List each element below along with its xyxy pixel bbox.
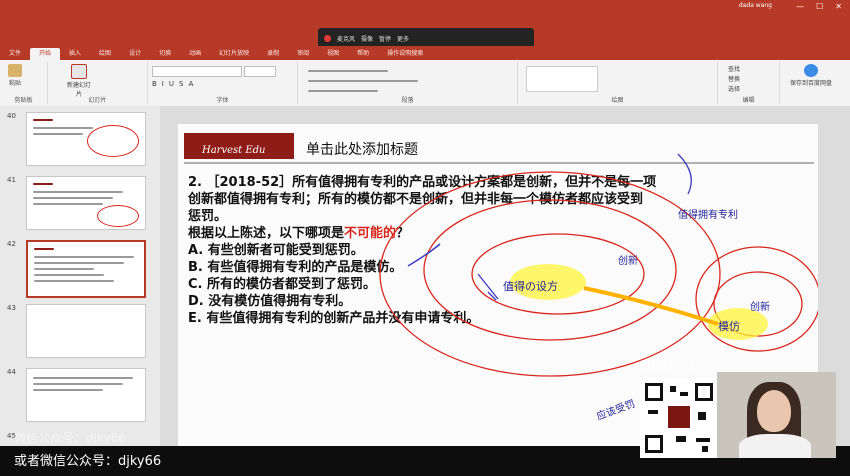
editing-group: 查找 替换 选择 编辑 <box>718 62 780 104</box>
tab-draw[interactable]: 绘图 <box>90 48 120 60</box>
ink-ellipse-right <box>713 271 803 337</box>
font-format-buttons[interactable]: BIUSA <box>152 80 198 88</box>
harvest-edu-logo: Harvest Edu <box>184 133 294 159</box>
slide-title-placeholder[interactable]: 单击此处添加标题 <box>306 139 418 159</box>
font-name-dropdown[interactable] <box>152 66 242 77</box>
tell-me-search[interactable]: 操作说明搜索 <box>378 48 432 60</box>
recording-icon <box>324 34 331 42</box>
ink-text-imitation: 模仿 <box>718 320 740 333</box>
slide-thumbnail[interactable] <box>26 304 146 358</box>
faded-watermark: 微信公众号：djky66 <box>14 431 126 445</box>
ink-text-innovation: 创新 <box>618 254 638 267</box>
option-e: E. 有些值得拥有专利的创新产品并没有申请专利。 <box>188 311 480 326</box>
ink-text-innovation-2: 创新 <box>750 300 770 313</box>
paste-icon <box>8 64 22 77</box>
close-button[interactable]: ✕ <box>835 2 842 11</box>
meeting-mic-button[interactable]: 麦克风 <box>337 34 355 43</box>
wechat-watermark: 微信扫一扫 <box>640 359 695 372</box>
title-divider <box>184 162 814 164</box>
slide-thumbnail-pane: 40 41 42 43 44 45 <box>0 106 160 446</box>
find-button[interactable]: 查找 <box>728 64 740 73</box>
question-prompt: 根据以上陈述，以下哪项是不可能的？ <box>188 226 410 241</box>
paragraph-group: 段落 <box>298 62 518 104</box>
tab-file[interactable]: 文件 <box>0 48 30 60</box>
tab-record[interactable]: 录制 <box>258 48 288 60</box>
meeting-pause-button[interactable]: 暂停 <box>379 34 391 43</box>
maximize-button[interactable]: ☐ <box>816 2 823 11</box>
option-a: A. 有些创新者可能受到惩罚。 <box>188 243 364 258</box>
option-d: D. 没有模仿值得拥有专利。 <box>188 294 352 309</box>
tab-transitions[interactable]: 切换 <box>150 48 180 60</box>
tab-slideshow[interactable]: 幻灯片放映 <box>210 48 258 60</box>
tab-insert[interactable]: 插入 <box>60 48 90 60</box>
new-slide-button[interactable]: 新建幻灯片 <box>66 64 92 98</box>
qr-code-icon <box>640 378 718 458</box>
shapes-gallery[interactable] <box>526 66 598 92</box>
option-c: C. 所有的模仿者都受到了惩罚。 <box>188 277 377 292</box>
webcam-video <box>717 372 836 458</box>
paste-button[interactable]: 粘贴 <box>4 64 26 87</box>
minimize-button[interactable]: — <box>796 2 804 11</box>
slide-thumbnail-selected[interactable] <box>26 240 146 298</box>
replace-button[interactable]: 替换 <box>728 74 740 83</box>
question-line-2: 创新都值得拥有专利；所有的模仿都不是创新，但并非每一个模仿者都应该受到 <box>188 192 644 207</box>
option-b: B. 有些值得拥有专利的产品是模仿。 <box>188 260 403 275</box>
window-controls: — ☐ ✕ <box>796 2 842 11</box>
app-window: dada wang — ☐ ✕ 麦克风 摄像 暂停 更多 文件 开始 插入 绘图… <box>0 0 850 476</box>
new-slide-icon <box>71 64 87 79</box>
tab-help[interactable]: 帮助 <box>348 48 378 60</box>
tab-review[interactable]: 审阅 <box>288 48 318 60</box>
font-group: BIUSA 字体 <box>148 62 298 104</box>
save-to-baidu-button[interactable]: 保存到百度网盘 <box>788 64 834 87</box>
tab-home[interactable]: 开始 <box>30 48 61 60</box>
footer-watermark: 或者微信公众号：djky66 <box>14 454 162 469</box>
ink-highlight-right <box>708 308 768 340</box>
ribbon: 粘贴 剪贴板 新建幻灯片 幻灯片 BIUSA 字体 段落 绘图 查找 替换 选择… <box>0 60 850 107</box>
slides-group: 新建幻灯片 幻灯片 <box>48 62 148 104</box>
select-button[interactable]: 选择 <box>728 84 740 93</box>
ink-stroke <box>407 243 441 267</box>
ink-text-center: 值得の设方 <box>503 279 558 293</box>
ink-ellipse-right-outer <box>695 246 818 352</box>
question-line-3: 惩罚。 <box>188 209 228 224</box>
meeting-toolbar: 麦克风 摄像 暂停 更多 <box>318 28 534 48</box>
font-size-dropdown[interactable] <box>244 66 276 77</box>
tab-animations[interactable]: 动画 <box>180 48 210 60</box>
ink-text-patent: 值得拥有专利 <box>678 208 738 221</box>
meeting-camera-button[interactable]: 摄像 <box>361 34 373 43</box>
ink-text-lower: 应该受罚 <box>595 397 637 423</box>
meeting-more-button[interactable]: 更多 <box>397 34 409 43</box>
ink-ellipse-inner <box>471 233 645 315</box>
user-name[interactable]: dada wang <box>739 2 772 9</box>
ink-stroke <box>477 273 499 301</box>
tab-view[interactable]: 视图 <box>318 48 348 60</box>
question-line-1: 2. ［2018-52］所有值得拥有专利的产品或设计方案都是创新，但并不是每一项 <box>188 175 657 190</box>
slide-thumbnail[interactable] <box>26 176 146 230</box>
clipboard-group: 粘贴 剪贴板 <box>0 62 48 104</box>
ribbon-tabs: 文件 开始 插入 绘图 设计 切换 动画 幻灯片放映 录制 审阅 视图 帮助 操… <box>0 46 850 60</box>
slide-thumbnail[interactable] <box>26 368 146 422</box>
slide-thumbnail[interactable] <box>26 112 146 166</box>
baidu-group: 保存到百度网盘 <box>780 62 846 104</box>
drawing-group: 绘图 <box>518 62 718 104</box>
ink-connector <box>583 286 719 326</box>
tab-design[interactable]: 设计 <box>120 48 150 60</box>
cloud-icon <box>804 64 818 77</box>
ink-highlight-center <box>510 264 586 300</box>
ink-stroke <box>677 153 692 195</box>
